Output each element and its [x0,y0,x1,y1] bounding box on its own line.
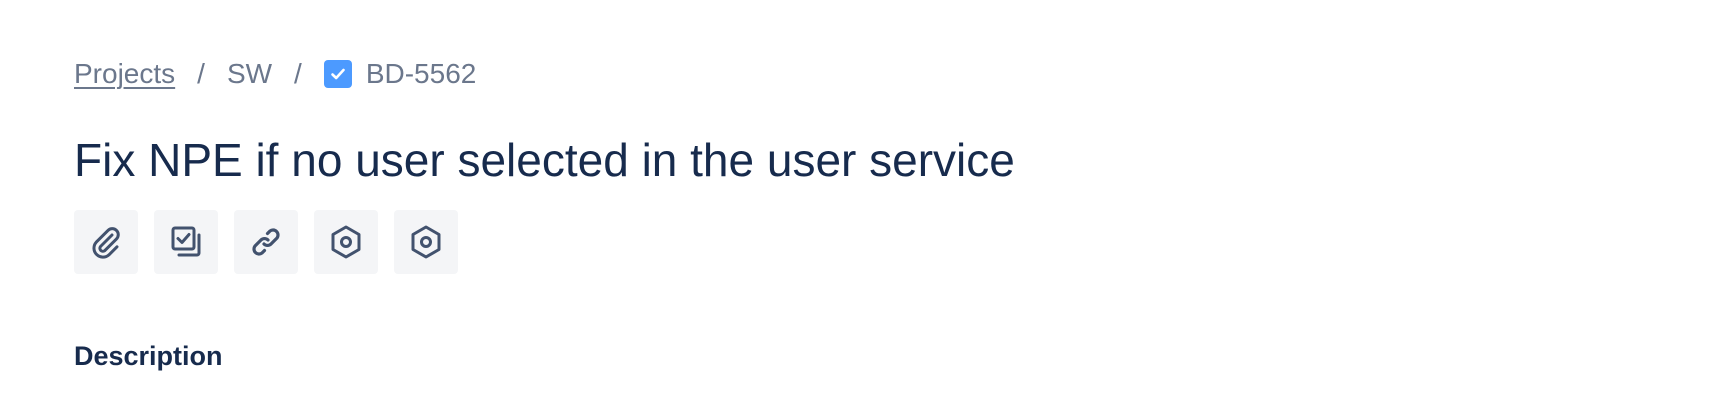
app-button[interactable] [314,210,378,274]
link-issue-button[interactable] [234,210,298,274]
issue-action-toolbar [74,210,458,274]
task-checkbox-icon [323,60,352,88]
app-button[interactable] [394,210,458,274]
create-subtask-button[interactable] [154,210,218,274]
breadcrumb: Projects / SW / BD-5562 [74,56,476,92]
breadcrumb-separator: / [197,58,205,89]
description-heading: Description [74,341,223,371]
subtask-icon [171,226,201,257]
breadcrumb-projects-link[interactable]: Projects [74,58,175,90]
app-icon [331,225,361,259]
link-icon [252,228,280,256]
breadcrumb-project-key[interactable]: SW [227,58,272,90]
attachment-icon [92,227,120,259]
breadcrumb-issue-key[interactable]: BD-5562 [366,58,477,90]
issue-title[interactable]: Fix NPE if no user selected in the user … [74,130,1015,190]
breadcrumb-separator: / [294,58,302,89]
attach-button[interactable] [74,210,138,274]
app-icon [411,225,441,259]
issue-view: Projects / SW / BD-5562 Fix NPE if no us… [0,0,1730,414]
